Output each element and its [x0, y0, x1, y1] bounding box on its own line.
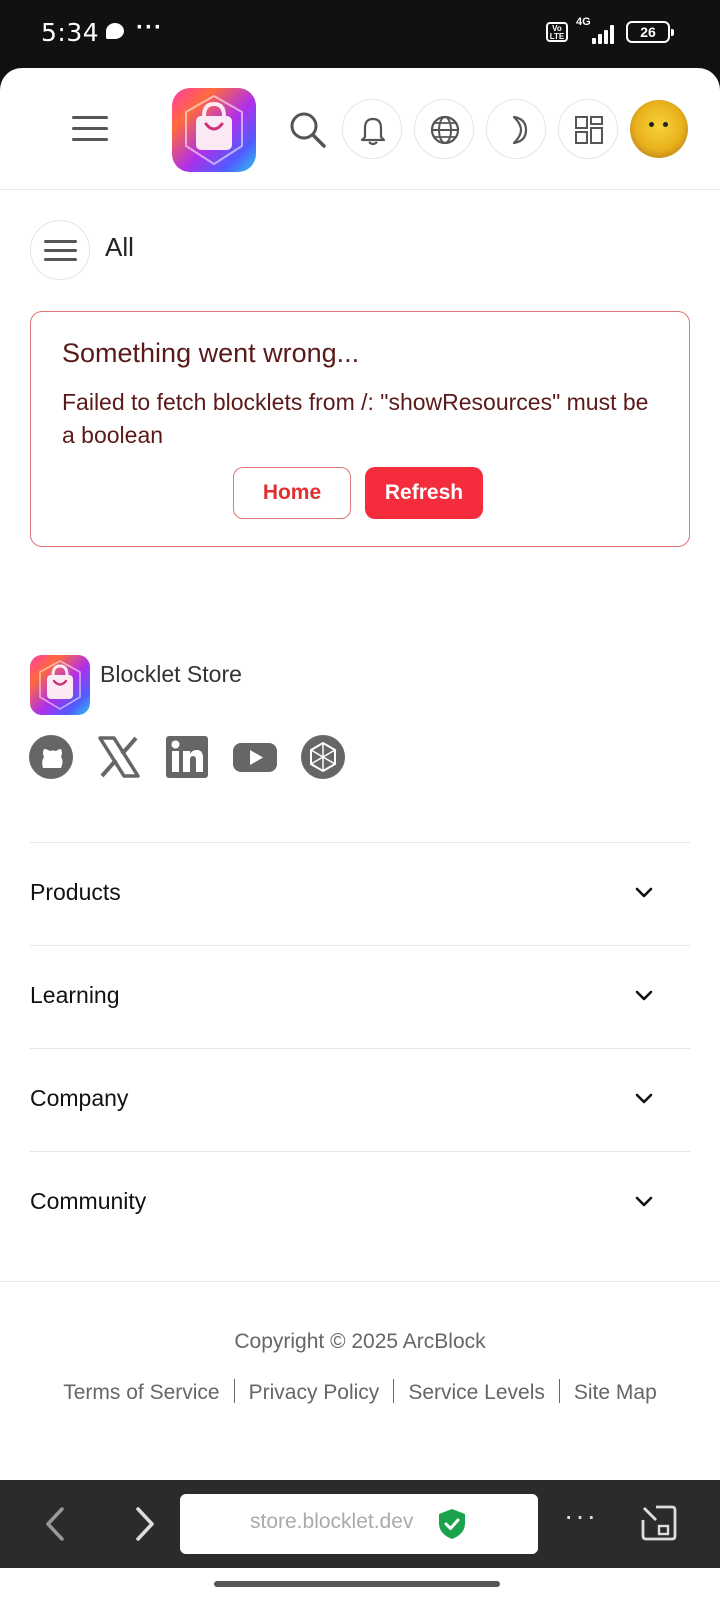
home-gesture-bar[interactable]: [214, 1581, 500, 1587]
error-message: Failed to fetch blocklets from /: "showR…: [62, 389, 649, 448]
link-separator: [393, 1379, 395, 1403]
chevron-down-icon: [635, 1196, 653, 1207]
footer-divider: [0, 1281, 720, 1282]
grid-icon[interactable]: [558, 99, 618, 159]
footer-section-label: Company: [30, 1085, 129, 1111]
youtube-icon[interactable]: [232, 734, 278, 780]
moon-icon[interactable]: [486, 99, 546, 159]
category-label: All: [105, 232, 134, 262]
category-menu-button[interactable]: [30, 220, 90, 280]
back-arrow-icon[interactable]: [40, 1505, 70, 1543]
hamburger-icon[interactable]: [72, 116, 108, 144]
more-notifications-icon: ···: [136, 14, 163, 41]
secure-shield-icon: [439, 1509, 465, 1539]
chat-notification-icon: [106, 23, 124, 39]
footer-logo[interactable]: [30, 655, 90, 715]
link-separator: [233, 1379, 235, 1403]
refresh-button[interactable]: Refresh: [365, 467, 483, 519]
bell-icon[interactable]: [342, 99, 402, 159]
legal-links: Terms of Service Privacy Policy Service Le…: [0, 1379, 720, 1405]
github-icon[interactable]: [28, 734, 74, 780]
url-text: store.blocklet.dev: [250, 1510, 414, 1533]
home-button[interactable]: Home: [233, 467, 351, 519]
status-bar: 5:34 ··· Vo LTE 4G 26: [0, 0, 720, 68]
address-bar[interactable]: store.blocklet.dev: [180, 1494, 538, 1554]
footer-section-label: Products: [30, 879, 121, 905]
footer-section-label: Learning: [30, 982, 120, 1008]
blocklet-store-logo[interactable]: [172, 88, 256, 172]
tabs-icon[interactable]: [640, 1504, 678, 1542]
footer-section-company[interactable]: Company: [30, 1048, 690, 1151]
battery-icon: 26: [626, 21, 674, 43]
arcblock-icon[interactable]: [300, 734, 346, 780]
globe-icon[interactable]: [414, 99, 474, 159]
volte-icon: Vo LTE: [546, 22, 568, 42]
error-title: Something went wrong...: [62, 338, 360, 368]
x-icon[interactable]: [96, 734, 142, 780]
search-icon[interactable]: [288, 110, 328, 150]
service-levels-link[interactable]: Service Levels: [408, 1381, 545, 1404]
forward-arrow-icon[interactable]: [130, 1505, 160, 1543]
footer-brand-name: Blocklet Store: [100, 661, 242, 687]
web-page: All Something went wrong... Failed to fe…: [0, 68, 720, 1480]
user-avatar[interactable]: [630, 100, 688, 158]
footer-section-products[interactable]: Products: [30, 842, 690, 945]
linkedin-icon[interactable]: [164, 734, 210, 780]
browser-toolbar: store.blocklet.dev ···: [0, 1480, 720, 1568]
more-options-icon[interactable]: ···: [564, 1500, 598, 1532]
error-alert: Something went wrong... Failed to fetch …: [30, 311, 690, 547]
footer-section-community[interactable]: Community: [30, 1151, 690, 1254]
chevron-down-icon: [635, 990, 653, 1001]
system-nav-bar: [0, 1568, 720, 1600]
status-time: 5:34: [41, 18, 100, 47]
site-header: [0, 68, 720, 190]
signal-icon: [588, 22, 618, 44]
footer-section-learning[interactable]: Learning: [30, 945, 690, 1048]
copyright-text: Copyright © 2025 ArcBlock: [234, 1330, 486, 1353]
footer-section-label: Community: [30, 1188, 147, 1214]
link-separator: [558, 1379, 560, 1403]
chevron-down-icon: [635, 1093, 653, 1104]
site-map-link[interactable]: Site Map: [574, 1381, 657, 1404]
chevron-down-icon: [635, 887, 653, 898]
privacy-link[interactable]: Privacy Policy: [249, 1381, 380, 1404]
terms-link[interactable]: Terms of Service: [63, 1381, 219, 1404]
